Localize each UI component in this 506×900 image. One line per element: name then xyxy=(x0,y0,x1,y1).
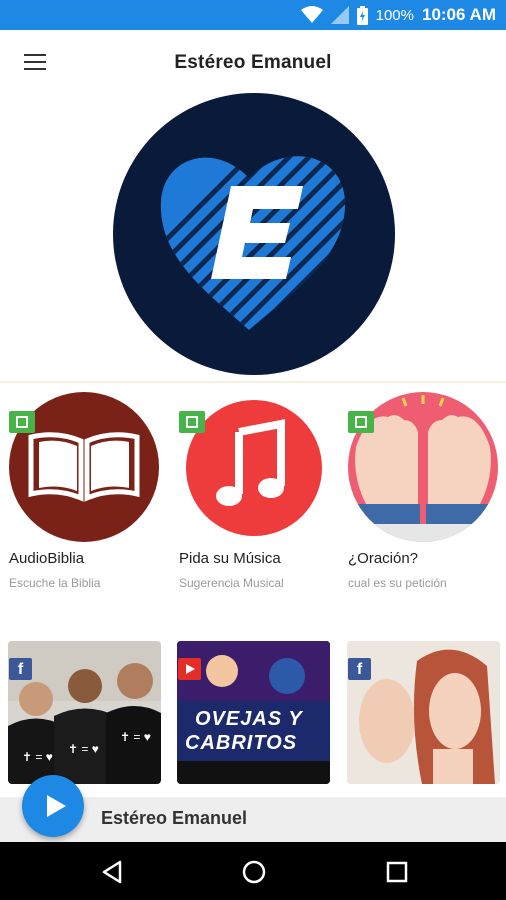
battery-icon xyxy=(356,5,368,25)
card-title: ¿Oración? xyxy=(348,550,419,567)
video-thumbnail-two-faces[interactable]: f xyxy=(347,641,500,784)
video-thumbnail-group-photo[interactable]: ✝ = ♥ ✝ = ♥ ✝ = ♥ f xyxy=(8,641,161,784)
svg-text:✝ = ♥: ✝ = ♥ xyxy=(120,730,151,744)
system-nav-bar xyxy=(0,842,506,900)
station-logo xyxy=(113,93,395,375)
card-subtitle: cual es su petición xyxy=(348,576,447,590)
store-badge-icon xyxy=(348,411,374,433)
card-subtitle: Sugerencia Musical xyxy=(179,576,284,590)
store-badge-icon xyxy=(179,411,205,433)
facebook-icon: f xyxy=(348,658,371,680)
video-thumbnail-ovejas-y-cabritos[interactable]: OVEJAS Y CABRITOS xyxy=(177,641,330,784)
status-time: 10:06 AM xyxy=(421,5,496,24)
app-bar: Estéreo Emanuel xyxy=(0,30,506,98)
page-title: Estéreo Emanuel xyxy=(174,52,332,73)
back-icon[interactable] xyxy=(100,859,126,885)
svg-text:✝ = ♥: ✝ = ♥ xyxy=(68,742,99,756)
now-playing-title: Estéreo Emanuel xyxy=(101,808,248,828)
divider xyxy=(0,381,506,383)
video-title-line: CABRITOS xyxy=(185,732,298,754)
card-pida-su-musica[interactable]: Pida su Música Sugerencia Musical xyxy=(179,392,334,590)
card-audiobiblia[interactable]: AudioBiblia Escuche la Biblia xyxy=(9,392,164,590)
status-bar: 100% 10:06 AM xyxy=(0,0,506,30)
youtube-icon xyxy=(178,658,201,680)
card-title: Pida su Música xyxy=(179,550,281,567)
facebook-icon: f xyxy=(9,658,32,680)
recents-icon[interactable] xyxy=(384,859,410,885)
wifi-icon xyxy=(300,6,323,23)
battery-percent: 100% xyxy=(375,6,414,24)
card-subtitle: Escuche la Biblia xyxy=(9,576,101,590)
signal-icon xyxy=(330,6,349,24)
video-title-line: OVEJAS Y xyxy=(195,708,303,730)
play-button[interactable] xyxy=(22,775,84,837)
status-icons: 100% 10:06 AM xyxy=(300,0,496,30)
home-icon[interactable] xyxy=(241,859,267,885)
card-oracion[interactable]: ¿Oración? cual es su petición xyxy=(348,392,503,590)
svg-text:✝ = ♥: ✝ = ♥ xyxy=(22,750,53,764)
card-title: AudioBiblia xyxy=(9,550,85,567)
store-badge-icon xyxy=(9,411,35,433)
